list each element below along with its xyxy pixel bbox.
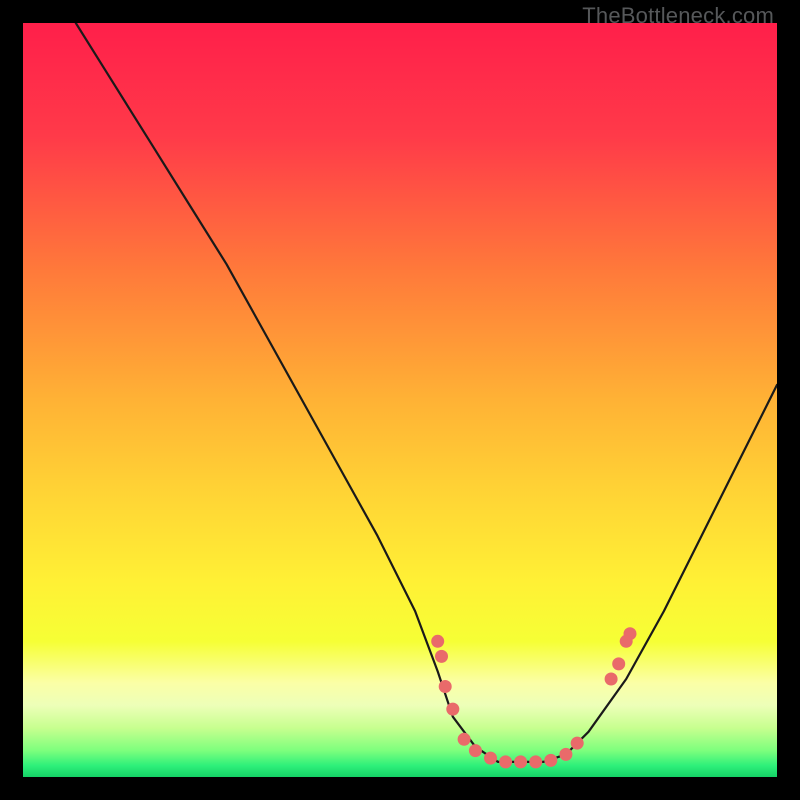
- data-marker: [605, 673, 618, 686]
- data-marker: [514, 755, 527, 768]
- data-marker: [624, 627, 637, 640]
- gradient-background: [23, 23, 777, 777]
- data-marker: [469, 744, 482, 757]
- bottleneck-chart: [23, 23, 777, 777]
- data-marker: [529, 755, 542, 768]
- data-marker: [458, 733, 471, 746]
- data-marker: [612, 657, 625, 670]
- data-marker: [431, 635, 444, 648]
- chart-frame: [23, 23, 777, 777]
- watermark-text: TheBottleneck.com: [582, 3, 774, 29]
- data-marker: [484, 752, 497, 765]
- data-marker: [446, 703, 459, 716]
- data-marker: [435, 650, 448, 663]
- data-marker: [544, 754, 557, 767]
- data-marker: [559, 748, 572, 761]
- data-marker: [499, 755, 512, 768]
- data-marker: [571, 737, 584, 750]
- data-marker: [439, 680, 452, 693]
